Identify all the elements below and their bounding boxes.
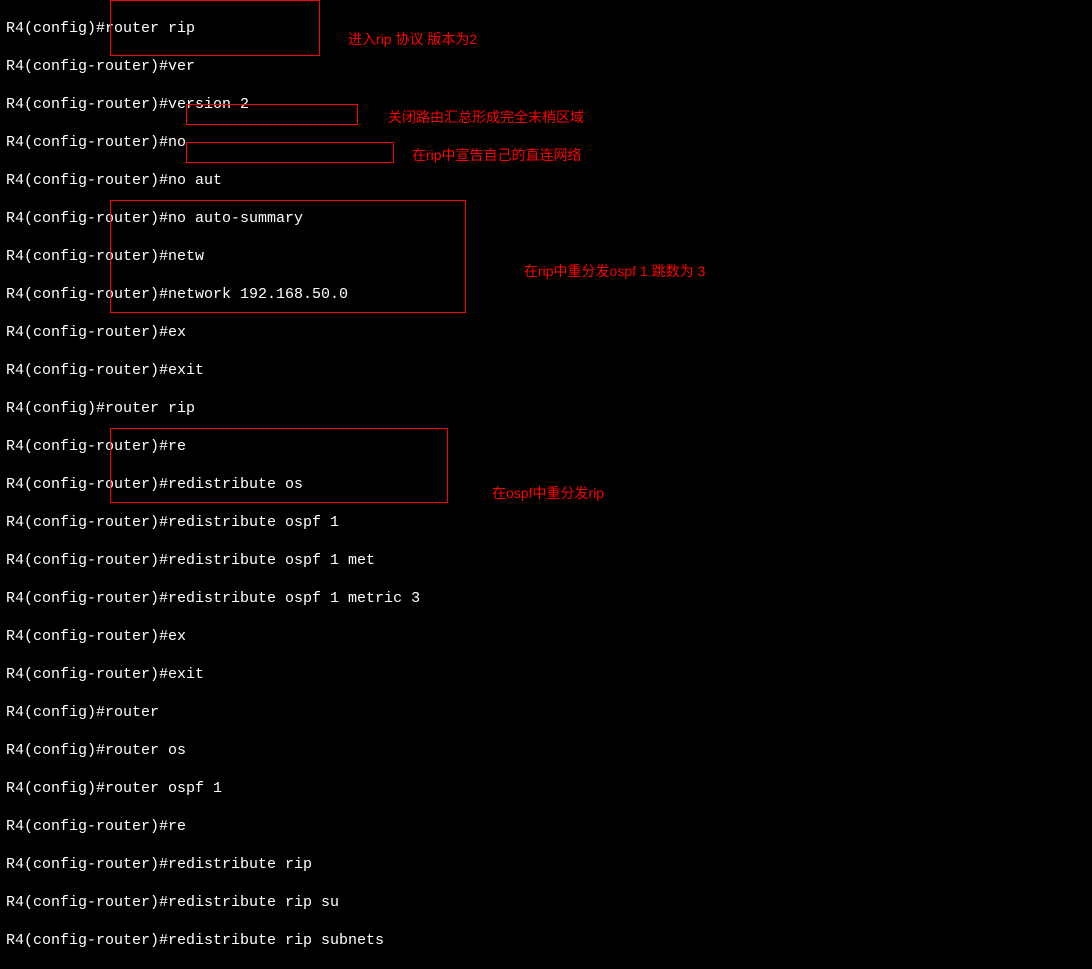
terminal-line: R4(config-router)#exit	[6, 665, 420, 684]
terminal-line: R4(config-router)#version 2	[6, 95, 420, 114]
terminal-line: R4(config-router)#no	[6, 133, 420, 152]
terminal-line: R4(config-router)#re	[6, 437, 420, 456]
terminal-line: R4(config)#router	[6, 703, 420, 722]
terminal-line: R4(config-router)#re	[6, 817, 420, 836]
terminal-line: R4(config-router)#no aut	[6, 171, 420, 190]
annotation-network: 在rip中宣告自己的直连网络	[412, 146, 582, 165]
terminal-line: R4(config-router)#redistribute rip subne…	[6, 931, 420, 950]
terminal-line: R4(config-router)#redistribute ospf 1 me…	[6, 551, 420, 570]
terminal-line: R4(config)#router os	[6, 741, 420, 760]
terminal-line: R4(config-router)#netw	[6, 247, 420, 266]
annotation-rip-version: 进入rip 协议 版本为2	[348, 30, 477, 49]
annotation-redistribute-rip: 在ospf中重分发rip	[492, 484, 604, 503]
terminal-line: R4(config-router)#redistribute rip su	[6, 893, 420, 912]
terminal-line: R4(config-router)#no auto-summary	[6, 209, 420, 228]
annotation-redistribute-ospf: 在rip中重分发ospf 1 跳数为 3	[524, 262, 705, 281]
terminal-line: R4(config-router)#redistribute ospf 1 me…	[6, 589, 420, 608]
terminal-line: R4(config-router)#network 192.168.50.0	[6, 285, 420, 304]
terminal-line: R4(config-router)#exit	[6, 361, 420, 380]
terminal-line: R4(config)#router ospf 1	[6, 779, 420, 798]
annotation-no-auto-summary: 关闭路由汇总形成完全末梢区域	[388, 108, 584, 127]
terminal-line: R4(config-router)#redistribute rip	[6, 855, 420, 874]
terminal-line: R4(config-router)#redistribute ospf 1	[6, 513, 420, 532]
terminal-line: R4(config-router)#redistribute os	[6, 475, 420, 494]
terminal-output: R4(config)#router rip R4(config-router)#…	[6, 0, 420, 969]
terminal-line: R4(config)#router rip	[6, 399, 420, 418]
terminal-line: R4(config-router)#ex	[6, 627, 420, 646]
terminal-line: R4(config-router)#ver	[6, 57, 420, 76]
terminal-line: R4(config-router)#ex	[6, 323, 420, 342]
